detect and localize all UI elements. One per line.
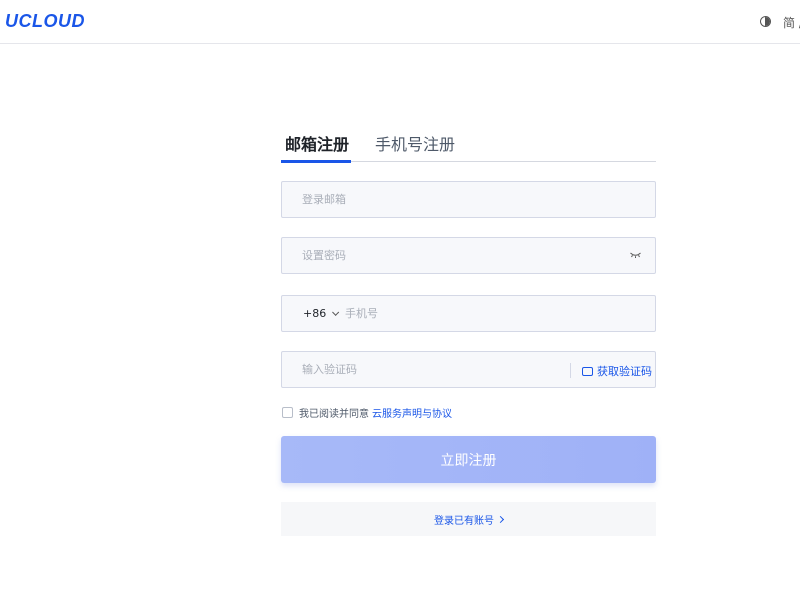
country-code-value: +86: [303, 307, 327, 320]
divider: [570, 363, 571, 378]
login-existing-account[interactable]: 登录已有账号: [281, 502, 656, 536]
email-field-wrapper: [281, 181, 656, 218]
tab-phone-register[interactable]: 手机号注册: [375, 131, 455, 155]
top-bar: UCLOUD 简 /: [0, 0, 800, 44]
eye-closed-icon[interactable]: [630, 252, 641, 258]
terms-link[interactable]: 云服务声明与协议: [372, 405, 452, 420]
agreement-row: 我已阅读并同意 云服务声明与协议: [282, 405, 452, 420]
chevron-down-icon: [332, 308, 340, 316]
tab-email-register[interactable]: 邮箱注册: [285, 131, 349, 155]
register-button[interactable]: 立即注册: [281, 436, 656, 483]
agree-checkbox[interactable]: [282, 407, 293, 418]
phone-field[interactable]: [345, 296, 635, 331]
agree-text: 我已阅读并同意: [299, 409, 369, 420]
phone-field-wrapper: +86: [281, 295, 656, 332]
email-field[interactable]: [302, 182, 602, 217]
active-tab-indicator: [281, 160, 351, 163]
password-field-wrapper: [281, 237, 656, 274]
language-switch[interactable]: 简 /: [783, 14, 800, 31]
password-field[interactable]: [302, 238, 602, 273]
chevron-right-icon: [496, 515, 505, 523]
get-code-label: 获取验证码: [597, 365, 652, 378]
code-field-wrapper: 获取验证码: [281, 351, 656, 388]
ucloud-logo[interactable]: UCLOUD: [5, 11, 85, 32]
verification-code-field[interactable]: [302, 352, 562, 387]
message-icon: [582, 366, 593, 376]
country-code-select[interactable]: +86: [303, 307, 340, 320]
get-code-button[interactable]: 获取验证码: [582, 363, 652, 379]
contrast-icon[interactable]: [760, 16, 771, 27]
login-link-label: 登录已有账号: [434, 515, 494, 527]
register-tabs: 邮箱注册 手机号注册: [281, 128, 656, 163]
